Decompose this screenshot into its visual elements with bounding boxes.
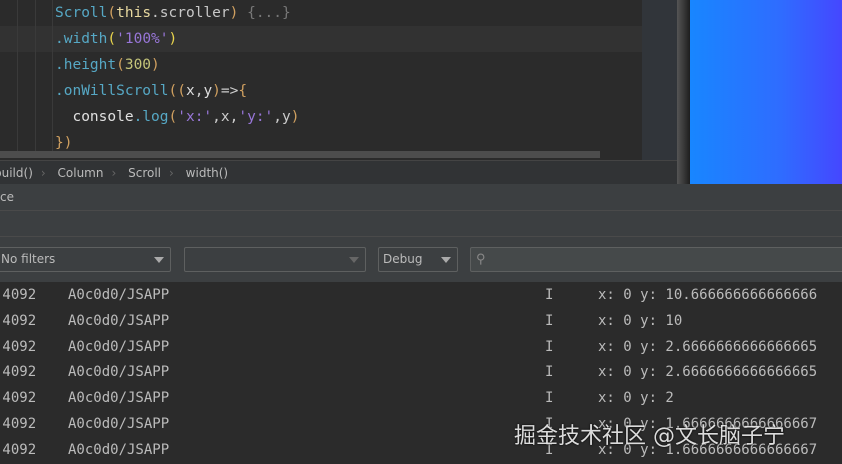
log-row[interactable]: -4092 A0c0d0/JSAPP Ix: 0 y: 10.66666666666… bbox=[0, 282, 842, 308]
log-row[interactable]: -4092 A0c0d0/JSAPP Ix: 0 y: 2.666666666666… bbox=[0, 359, 842, 385]
code-token: 300 bbox=[124, 57, 152, 73]
log-msg: x: 0 y: 2.6666666666666665 bbox=[598, 338, 818, 355]
log-level: I bbox=[545, 390, 554, 407]
indent-guide bbox=[52, 0, 53, 155]
log-toolbar bbox=[0, 211, 842, 237]
code-token: ( bbox=[116, 57, 125, 73]
code-token: '100%' bbox=[116, 31, 169, 47]
log-pid: -4092 bbox=[0, 390, 37, 407]
log-msg: x: 0 y: 2 bbox=[598, 390, 674, 407]
code-token: y bbox=[203, 83, 213, 99]
log-tag: A0c0d0/JSAPP bbox=[68, 390, 170, 407]
device-preview bbox=[690, 0, 842, 184]
filter-select[interactable]: No filters bbox=[0, 247, 171, 272]
chevron-down-icon bbox=[154, 257, 164, 263]
code-token: (( bbox=[168, 83, 186, 99]
watermark: 掘金技术社区 @文长脑子宁 bbox=[514, 424, 785, 449]
log-tag: A0c0d0/JSAPP bbox=[68, 364, 170, 381]
code-token: x bbox=[185, 83, 195, 99]
code-token: ,x, bbox=[212, 109, 239, 125]
code-token: ) bbox=[168, 31, 178, 47]
log-level: I bbox=[545, 287, 554, 303]
log-filter-bar: No filters Debug ⚲ bbox=[0, 237, 842, 282]
device-select[interactable] bbox=[184, 247, 366, 272]
code-token: .onWillScroll bbox=[55, 83, 169, 99]
indent-guide bbox=[17, 0, 18, 155]
breadcrumb-item[interactable]: build() bbox=[0, 166, 33, 180]
code-token: ) bbox=[290, 109, 300, 125]
code-token: this bbox=[116, 5, 152, 21]
log-msg: x: 0 y: 10.666666666666666 bbox=[598, 287, 818, 303]
code-token: ( bbox=[168, 109, 178, 125]
indent-guide bbox=[35, 0, 36, 155]
log-panel-header: ce bbox=[0, 184, 842, 211]
code-token: .log bbox=[133, 109, 169, 125]
breadcrumb-item[interactable]: width() bbox=[186, 166, 228, 180]
preview-frame bbox=[677, 0, 690, 184]
code-token: .height bbox=[55, 57, 117, 73]
log-pid: -4092 bbox=[0, 312, 37, 329]
code-editor[interactable]: Scroll(this.scroller) {...} .width('100%'… bbox=[0, 0, 642, 160]
log-tag: A0c0d0/JSAPP bbox=[68, 287, 170, 303]
code-token: Scroll bbox=[55, 5, 108, 21]
code-line[interactable]: Scroll(this.scroller) {...} bbox=[0, 0, 642, 26]
log-msg: x: 0 y: 10 bbox=[598, 312, 683, 329]
log-pid: -4092 bbox=[0, 338, 37, 355]
log-tag: A0c0d0/JSAPP bbox=[68, 416, 170, 432]
log-level: I bbox=[545, 364, 554, 381]
search-icon: ⚲ bbox=[476, 252, 486, 267]
horizontal-scrollbar[interactable] bbox=[0, 151, 600, 158]
log-tag: A0c0d0/JSAPP bbox=[68, 441, 170, 458]
log-pid: -4092 bbox=[0, 364, 37, 381]
log-pid: -4092 bbox=[0, 416, 37, 432]
code-token: ( bbox=[107, 5, 117, 21]
filter-select-value: No filters bbox=[1, 252, 56, 266]
chevron-down-icon bbox=[349, 257, 359, 263]
log-row[interactable]: -4092 A0c0d0/JSAPP Ix: 0 y: 2.666666666666… bbox=[0, 334, 842, 360]
code-token: => bbox=[220, 83, 239, 99]
log-pid: -4092 bbox=[0, 287, 37, 303]
log-row[interactable]: -4092 A0c0d0/JSAPP Ix: 0 y: 2 bbox=[0, 385, 842, 411]
breadcrumb-item[interactable]: Scroll bbox=[128, 166, 161, 180]
panel-title: ce bbox=[0, 190, 14, 204]
editor-right-gutter bbox=[642, 0, 677, 184]
breadcrumb-item[interactable]: Column bbox=[58, 166, 104, 180]
log-level-value: Debug bbox=[383, 252, 423, 266]
log-level: I bbox=[545, 312, 554, 329]
log-level-select[interactable]: Debug bbox=[378, 247, 458, 272]
code-token: 'x:' bbox=[177, 109, 213, 125]
log-tag: A0c0d0/JSAPP bbox=[68, 312, 170, 329]
code-token: ) bbox=[212, 83, 221, 99]
code-token: ) bbox=[151, 57, 160, 73]
code-token: .scroller bbox=[151, 5, 230, 21]
code-token: console bbox=[55, 109, 134, 125]
log-level: I bbox=[545, 338, 554, 355]
log-row[interactable]: -4092 A0c0d0/JSAPP Ix: 0 y: 10 bbox=[0, 308, 842, 334]
code-line[interactable]: .height(300) bbox=[0, 52, 642, 78]
code-token: {...} bbox=[247, 5, 291, 21]
chevron-down-icon bbox=[441, 257, 451, 263]
code-line[interactable]: console.log('x:',x,'y:',y) bbox=[0, 104, 642, 130]
breadcrumb: build()› Column› Scroll› width() bbox=[0, 160, 677, 184]
log-msg: x: 0 y: 2.6666666666666665 bbox=[598, 364, 818, 381]
log-pid: -4092 bbox=[0, 441, 37, 458]
code-line[interactable]: .width('100%') bbox=[0, 26, 642, 52]
log-search-input[interactable]: ⚲ bbox=[470, 247, 842, 272]
code-token: }) bbox=[55, 135, 73, 151]
code-token: 'y:' bbox=[238, 109, 274, 125]
code-token: { bbox=[238, 83, 248, 99]
code-line[interactable]: .onWillScroll((x,y)=>{ bbox=[0, 78, 642, 104]
code-token: .width bbox=[55, 31, 108, 47]
code-token: ( bbox=[107, 31, 117, 47]
log-tag: A0c0d0/JSAPP bbox=[68, 338, 170, 355]
code-token: ,y bbox=[273, 109, 291, 125]
